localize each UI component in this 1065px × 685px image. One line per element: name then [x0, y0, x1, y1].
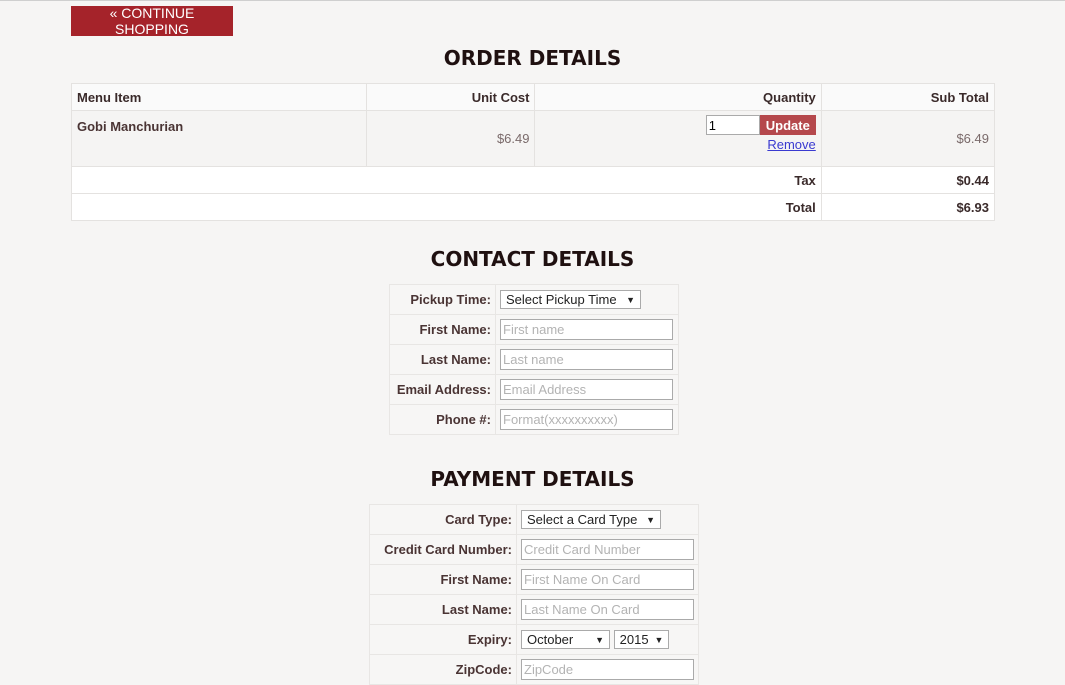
zip-input[interactable] [521, 659, 694, 680]
email-label: Email Address: [389, 374, 496, 405]
card-last-name-input[interactable] [521, 599, 694, 620]
pickup-time-label: Pickup Time: [389, 284, 496, 315]
card-type-select[interactable]: Select a Card Type ▼ [521, 510, 661, 529]
pickup-row: Pickup Time: Select Pickup Time ▼ [389, 284, 679, 315]
total-label: Total [71, 193, 822, 221]
credit-card-input[interactable] [521, 539, 694, 560]
card-first-name-input[interactable] [521, 569, 694, 590]
zip-cell [516, 654, 699, 685]
credit-card-label: Credit Card Number: [369, 534, 517, 565]
card-last-name-cell [516, 594, 699, 625]
header-unit-cost: Unit Cost [366, 83, 536, 111]
last-name-row: Last Name: [389, 344, 679, 375]
expiry-cell: October ▼ 2015 ▼ [516, 624, 699, 655]
remove-link[interactable]: Remove [540, 137, 815, 152]
phone-input[interactable] [500, 409, 673, 430]
order-header-row: Menu Item Unit Cost Quantity Sub Total [70, 83, 996, 111]
tax-row: Tax $0.44 [71, 166, 996, 194]
header-menu-item: Menu Item [70, 83, 368, 111]
first-name-input[interactable] [500, 319, 673, 340]
email-cell [495, 374, 679, 405]
continue-shopping-button[interactable]: « CONTINUE SHOPPING [71, 5, 233, 37]
zip-row: ZipCode: [369, 654, 699, 685]
payment-form: Card Type: Select a Card Type ▼ Credit C… [369, 504, 699, 685]
last-name-label: Last Name: [389, 344, 496, 375]
pickup-time-select[interactable]: Select Pickup Time ▼ [500, 290, 641, 309]
quantity-control: Update [705, 115, 816, 135]
total-row: Total $6.93 [71, 193, 996, 221]
first-name-row: First Name: [389, 314, 679, 345]
last-name-input[interactable] [500, 349, 673, 370]
credit-card-row: Credit Card Number: [369, 534, 699, 565]
order-details-title: ORDER DETAILS [443, 46, 622, 70]
card-type-label: Card Type: [369, 504, 517, 535]
tax-value: $0.44 [820, 166, 996, 194]
card-type-row: Card Type: Select a Card Type ▼ [369, 504, 699, 535]
expiry-label: Expiry: [369, 624, 517, 655]
table-row: Gobi Manchurian $6.49 Update Remove $6.4… [70, 110, 996, 167]
update-button[interactable]: Update [759, 115, 816, 135]
chevron-down-icon: ▼ [646, 514, 655, 525]
total-value: $6.93 [820, 193, 996, 221]
first-name-label: First Name: [389, 314, 496, 345]
quantity-cell: Update Remove [534, 110, 822, 167]
header-sub-total: Sub Total [820, 83, 996, 111]
expiry-year-select[interactable]: 2015 ▼ [613, 630, 669, 649]
header-quantity: Quantity [534, 83, 822, 111]
email-row: Email Address: [389, 374, 679, 405]
email-input[interactable] [500, 379, 673, 400]
card-type-value: Select a Card Type [527, 512, 638, 527]
tax-label: Tax [71, 166, 822, 194]
chevron-down-icon: ▼ [654, 634, 664, 645]
card-first-name-cell [516, 564, 699, 595]
expiry-year-value: 2015 [619, 632, 649, 647]
pickup-time-value: Select Pickup Time [506, 292, 617, 307]
chevron-down-icon: ▼ [626, 294, 635, 305]
item-name: Gobi Manchurian [70, 110, 368, 167]
item-unit-cost: $6.49 [366, 110, 536, 167]
contact-details-title: CONTACT DETAILS [430, 247, 635, 271]
expiry-month-value: October [527, 632, 574, 647]
phone-cell [495, 404, 679, 435]
card-last-name-row: Last Name: [369, 594, 699, 625]
phone-row: Phone #: [389, 404, 679, 435]
chevron-down-icon: ▼ [595, 634, 604, 645]
phone-label: Phone #: [389, 404, 496, 435]
pickup-time-cell: Select Pickup Time ▼ [495, 284, 679, 315]
card-last-name-label: Last Name: [369, 594, 517, 625]
expiry-row: Expiry: October ▼ 2015 ▼ [369, 624, 699, 655]
last-name-cell [495, 344, 679, 375]
contact-form: Pickup Time: Select Pickup Time ▼ First … [389, 284, 679, 435]
item-subtotal: $6.49 [820, 110, 996, 167]
top-divider [0, 0, 1065, 1]
order-table: Menu Item Unit Cost Quantity Sub Total G… [70, 83, 996, 221]
quantity-input[interactable] [705, 115, 760, 135]
card-type-cell: Select a Card Type ▼ [516, 504, 699, 535]
expiry-month-select[interactable]: October ▼ [521, 630, 610, 649]
first-name-cell [495, 314, 679, 345]
zip-label: ZipCode: [369, 654, 517, 685]
payment-details-title: PAYMENT DETAILS [430, 467, 635, 491]
card-first-name-label: First Name: [369, 564, 517, 595]
card-first-name-row: First Name: [369, 564, 699, 595]
credit-card-cell [516, 534, 699, 565]
